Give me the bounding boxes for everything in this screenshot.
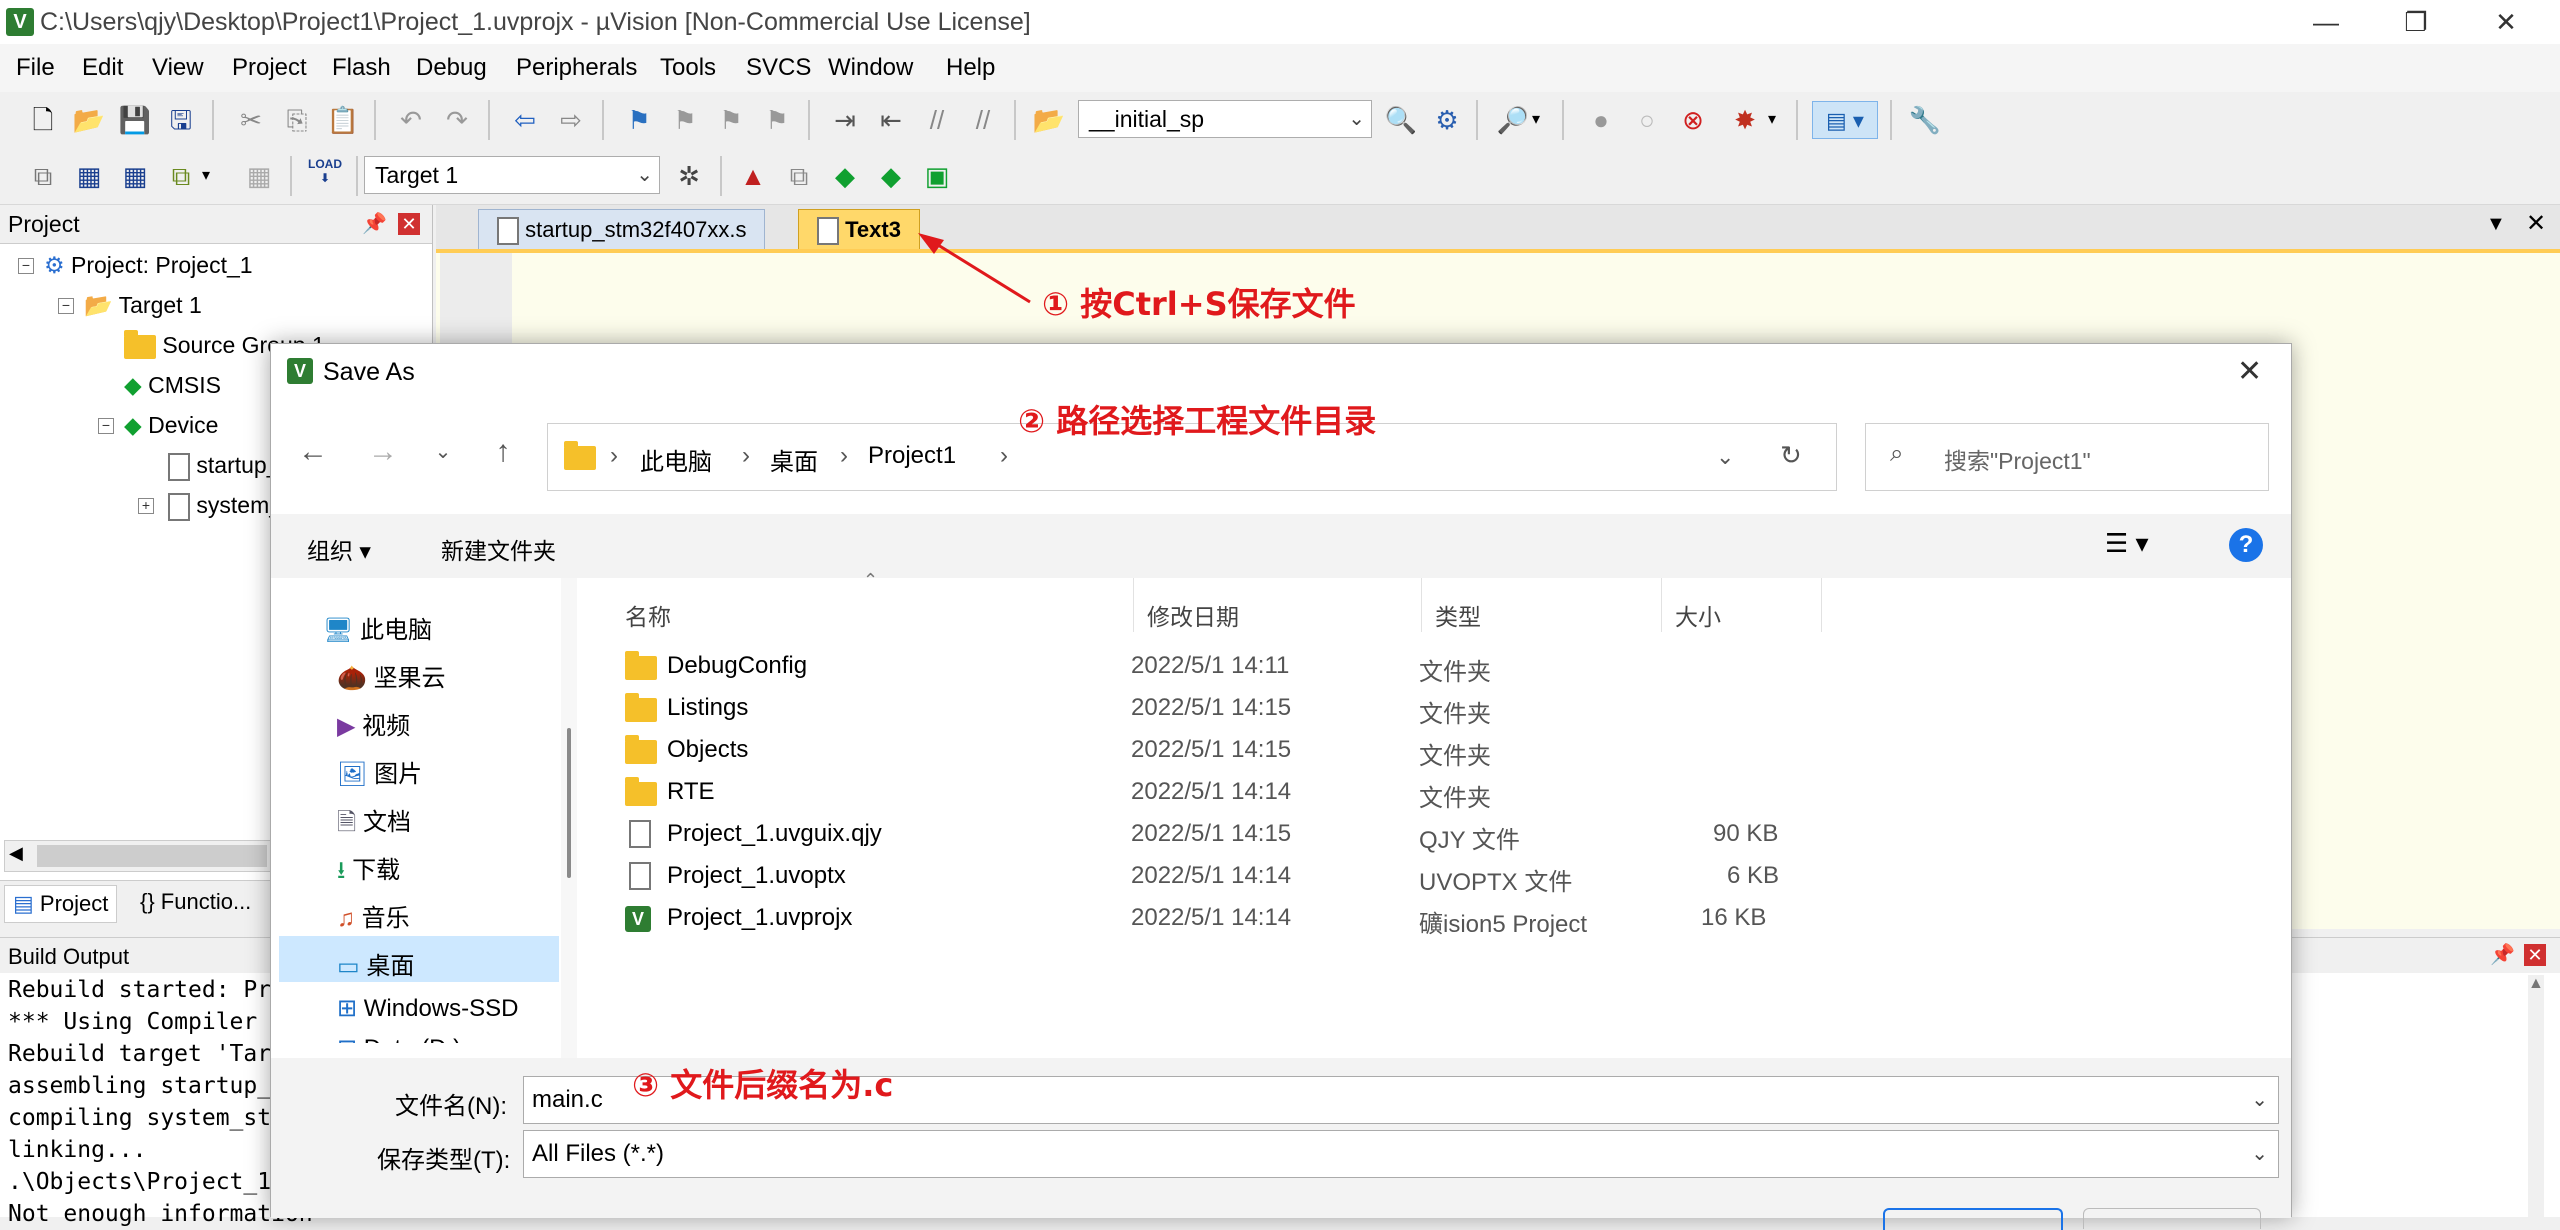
annotation-arrow — [918, 233, 1031, 304]
arrow-head — [918, 233, 944, 254]
annotation-step1: ① 按Ctrl+S保存文件 — [1042, 285, 1356, 323]
annotation-step3: ③ 文件后缀名为.c — [632, 1066, 894, 1104]
annotation-step2: ② 路径选择工程文件目录 — [1018, 402, 1377, 440]
arrow-line — [929, 238, 1031, 304]
